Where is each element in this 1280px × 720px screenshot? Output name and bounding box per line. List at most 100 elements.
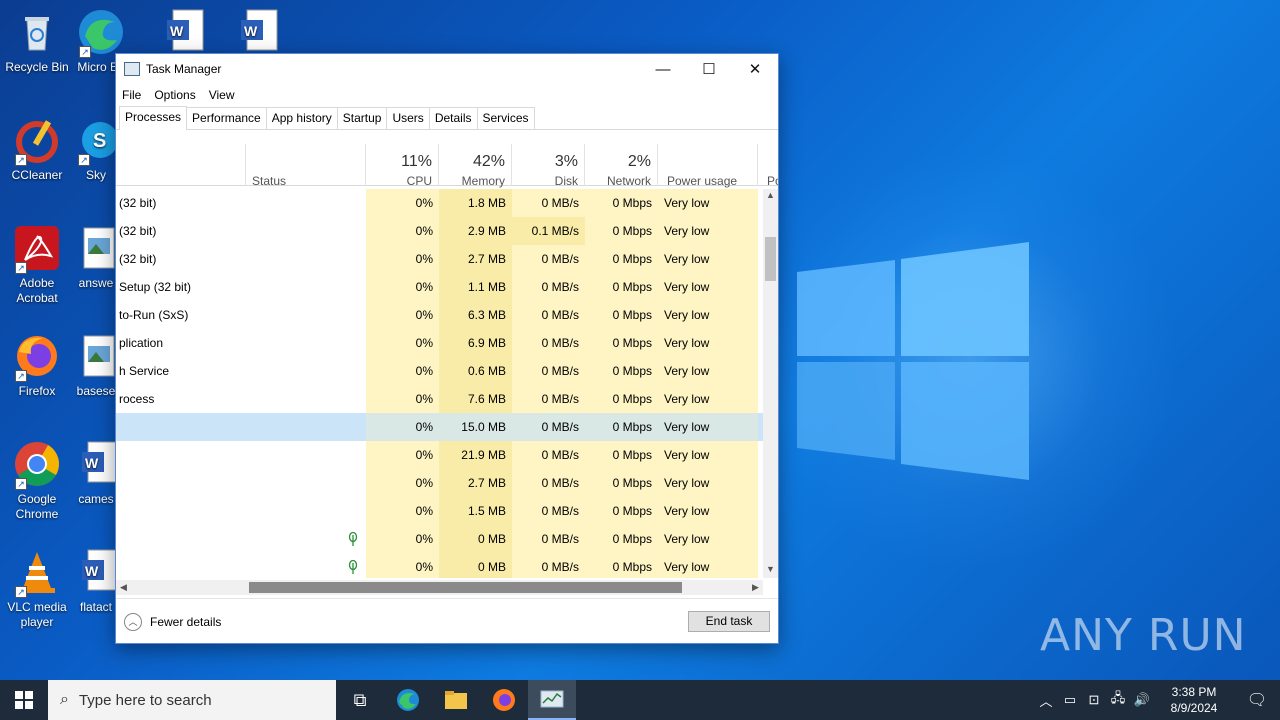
memory-value: 1.5 MB bbox=[439, 497, 512, 525]
desktop-icon-label: Adobe Acrobat bbox=[16, 276, 58, 305]
menu-options[interactable]: Options bbox=[154, 88, 195, 102]
network-value: 0 Mbps bbox=[585, 301, 658, 329]
tab-strip: Processes Performance App history Startu… bbox=[116, 106, 778, 130]
menu-view[interactable]: View bbox=[209, 88, 235, 102]
folder-icon bbox=[445, 691, 467, 709]
volume-icon[interactable]: 🔊 bbox=[1130, 692, 1154, 708]
title-bar[interactable]: Task Manager — ☐ ✕ bbox=[116, 54, 778, 84]
tab-performance[interactable]: Performance bbox=[186, 107, 267, 129]
tab-processes[interactable]: Processes bbox=[119, 106, 188, 130]
column-name[interactable] bbox=[116, 144, 246, 186]
footer: ︿ Fewer details End task bbox=[116, 598, 778, 643]
desktop-icon-answer[interactable]: answe bbox=[76, 224, 116, 291]
scroll-left-arrow-icon[interactable]: ◀ bbox=[116, 580, 131, 595]
meet-now-icon[interactable]: ⊡ bbox=[1082, 692, 1106, 708]
desktop-icon-cames[interactable]: W cames bbox=[76, 440, 116, 507]
taskbar-file-explorer-button[interactable] bbox=[432, 680, 480, 720]
power-usage-value: Very low bbox=[658, 553, 758, 578]
network-value: 0 Mbps bbox=[585, 217, 658, 245]
tablet-icon[interactable]: ▭ bbox=[1058, 692, 1082, 708]
table-row[interactable]: 0% 1.5 MB 0 MB/s 0 Mbps Very low bbox=[116, 497, 763, 525]
column-cpu[interactable]: 11% CPU bbox=[366, 144, 439, 188]
table-row[interactable]: (32 bit) 0% 2.9 MB 0.1 MB/s 0 Mbps Very low bbox=[116, 217, 763, 245]
tab-app-history[interactable]: App history bbox=[265, 107, 338, 129]
desktop-icon-firefox[interactable]: ↗ Firefox bbox=[0, 332, 74, 399]
horizontal-scroll-thumb[interactable] bbox=[249, 582, 682, 593]
network-icon[interactable]: 🖧 bbox=[1106, 689, 1130, 711]
desktop-icon-recycle-bin[interactable]: Recycle Bin bbox=[0, 8, 74, 75]
end-task-button[interactable]: End task bbox=[688, 611, 770, 632]
table-row[interactable]: 0% 0 MB 0 MB/s 0 Mbps Very low bbox=[116, 553, 763, 578]
horizontal-scrollbar[interactable]: ◀ ▶ bbox=[116, 580, 763, 595]
svg-text:W: W bbox=[170, 23, 184, 39]
fewer-details-button[interactable]: ︿ Fewer details bbox=[124, 613, 221, 631]
tab-services[interactable]: Services bbox=[476, 107, 535, 129]
desktop-icon-flatact[interactable]: W flatact bbox=[76, 548, 116, 615]
minimize-button[interactable]: — bbox=[640, 54, 686, 84]
process-name: plication bbox=[119, 336, 164, 350]
desktop-icon-skype[interactable]: S ↗ Sky bbox=[76, 116, 116, 183]
disk-value: 0 MB/s bbox=[512, 553, 585, 578]
table-row[interactable]: (32 bit) 0% 2.7 MB 0 MB/s 0 Mbps Very low bbox=[116, 245, 763, 273]
close-button[interactable]: ✕ bbox=[732, 54, 778, 84]
table-row[interactable]: rocess 0% 7.6 MB 0 MB/s 0 Mbps Very low bbox=[116, 385, 763, 413]
table-row[interactable]: 0% 0 MB 0 MB/s 0 Mbps Very low bbox=[116, 525, 763, 553]
scroll-down-arrow-icon[interactable]: ▼ bbox=[763, 564, 778, 578]
column-memory[interactable]: 42% Memory bbox=[439, 144, 512, 188]
tab-details[interactable]: Details bbox=[428, 107, 478, 129]
firefox-icon: ↗ bbox=[13, 332, 61, 382]
table-row[interactable]: 0% 21.9 MB 0 MB/s 0 Mbps Very low bbox=[116, 441, 763, 469]
memory-value: 2.9 MB bbox=[439, 217, 512, 245]
desktop-icon-google-chrome[interactable]: ↗ Google Chrome bbox=[0, 440, 74, 522]
power-usage-value: Very low bbox=[658, 525, 758, 553]
table-row[interactable]: plication 0% 6.9 MB 0 MB/s 0 Mbps Very low bbox=[116, 329, 763, 357]
table-row[interactable]: (32 bit) 0% 1.8 MB 0 MB/s 0 Mbps Very low bbox=[116, 189, 763, 217]
task-manager-window[interactable]: Task Manager — ☐ ✕ File Options View Pro… bbox=[115, 53, 779, 644]
taskbar-firefox-button[interactable] bbox=[480, 680, 528, 720]
disk-value: 0 MB/s bbox=[512, 497, 585, 525]
column-network[interactable]: 2% Network bbox=[585, 144, 658, 188]
show-hidden-icons-chevron-icon[interactable]: ︿ bbox=[1034, 691, 1058, 710]
power-usage-value: Very low bbox=[658, 245, 758, 273]
image-file-icon bbox=[76, 224, 116, 272]
table-row[interactable]: Setup (32 bit) 0% 1.1 MB 0 MB/s 0 Mbps Very l… bbox=[116, 273, 763, 301]
edge-icon bbox=[397, 689, 419, 711]
notifications-icon[interactable]: 🗨 bbox=[1234, 690, 1280, 710]
network-value: 0 Mbps bbox=[585, 469, 658, 497]
taskbar-task-manager-button[interactable] bbox=[528, 680, 576, 720]
vertical-scroll-thumb[interactable] bbox=[765, 237, 776, 281]
clock[interactable]: 3:38 PM 8/9/2024 bbox=[1154, 684, 1234, 716]
desktop-icon-vlc[interactable]: ↗ VLC media player bbox=[0, 548, 74, 630]
scroll-right-arrow-icon[interactable]: ▶ bbox=[748, 580, 763, 595]
task-view-button[interactable]: ⧉ bbox=[336, 680, 384, 720]
tab-users[interactable]: Users bbox=[386, 107, 430, 129]
tab-startup[interactable]: Startup bbox=[336, 107, 388, 129]
memory-value: 21.9 MB bbox=[439, 441, 512, 469]
network-value: 0 Mbps bbox=[585, 385, 658, 413]
table-row[interactable]: h Service 0% 0.6 MB 0 MB/s 0 Mbps Very low bbox=[116, 357, 763, 385]
search-placeholder: Type here to search bbox=[78, 691, 212, 709]
vertical-scrollbar[interactable]: ▲ ▼ bbox=[763, 189, 778, 578]
svg-text:W: W bbox=[85, 563, 99, 579]
cpu-value: 0% bbox=[366, 357, 439, 385]
table-row[interactable]: 0% 2.7 MB 0 MB/s 0 Mbps Very low bbox=[116, 469, 763, 497]
maximize-button[interactable]: ☐ bbox=[686, 54, 732, 84]
process-grid: Status 11% CPU 42% Memory 3% Disk 2% Net… bbox=[116, 144, 778, 578]
desktop-icon-basese[interactable]: basese bbox=[76, 332, 116, 399]
scroll-up-arrow-icon[interactable]: ▲ bbox=[763, 190, 778, 204]
taskbar-search-box[interactable]: ⌕ Type here to search bbox=[48, 680, 336, 720]
column-power-trend[interactable]: Po bbox=[758, 144, 778, 186]
taskbar-edge-button[interactable] bbox=[384, 680, 432, 720]
cpu-value: 0% bbox=[366, 553, 439, 578]
column-status[interactable]: Status bbox=[246, 144, 366, 188]
word-document-icon: W bbox=[76, 440, 116, 488]
desktop-icon-ccleaner[interactable]: ↗ CCleaner bbox=[0, 116, 74, 183]
table-row[interactable]: 0% 15.0 MB 0 MB/s 0 Mbps Very low bbox=[116, 413, 763, 441]
menu-file[interactable]: File bbox=[122, 88, 141, 102]
table-row[interactable]: to-Run (SxS) 0% 6.3 MB 0 MB/s 0 Mbps Very low bbox=[116, 301, 763, 329]
column-disk[interactable]: 3% Disk bbox=[512, 144, 585, 188]
memory-value: 0 MB bbox=[439, 553, 512, 578]
start-button[interactable] bbox=[0, 680, 48, 720]
desktop-icon-adobe-acrobat[interactable]: ↗ Adobe Acrobat bbox=[0, 224, 74, 306]
column-power-usage[interactable]: Power usage bbox=[658, 144, 758, 188]
